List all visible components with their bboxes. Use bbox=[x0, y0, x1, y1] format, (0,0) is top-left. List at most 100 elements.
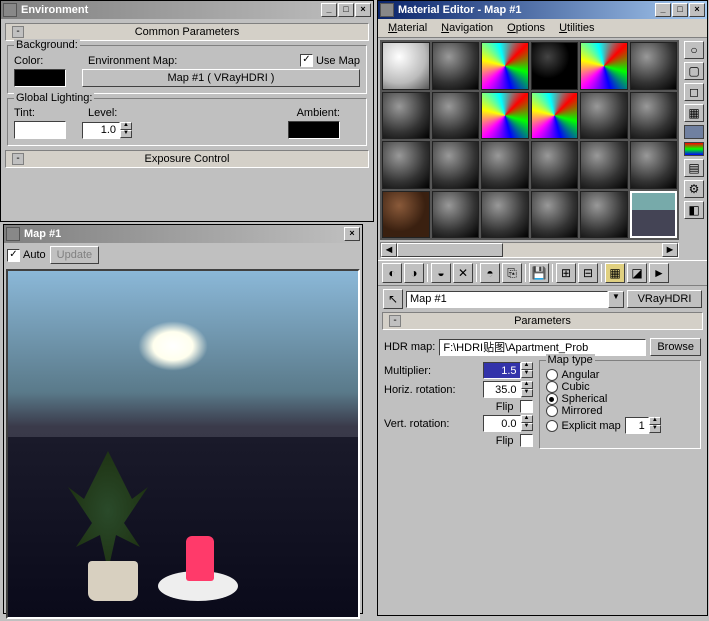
spin-down[interactable]: ▼ bbox=[521, 423, 533, 431]
material-slot[interactable] bbox=[432, 42, 480, 90]
menu-material[interactable]: MMaterialaterial bbox=[382, 21, 433, 35]
spin-down[interactable]: ▼ bbox=[521, 370, 533, 378]
material-slot[interactable] bbox=[531, 191, 579, 239]
material-name-dropdown[interactable]: ▼ bbox=[406, 291, 624, 308]
use-map-checkbox[interactable]: ✓ Use Map bbox=[300, 54, 360, 67]
options-icon[interactable]: ⚙ bbox=[684, 180, 704, 198]
nav1-icon[interactable]: ⊞ bbox=[556, 263, 576, 283]
scroll-left[interactable]: ◄ bbox=[381, 243, 397, 257]
close-button[interactable]: × bbox=[344, 227, 360, 241]
backlight-swatch[interactable] bbox=[684, 125, 704, 139]
material-slot[interactable] bbox=[630, 141, 678, 189]
update-button[interactable]: Update bbox=[50, 246, 99, 264]
pick-icon[interactable]: ↖ bbox=[383, 289, 403, 309]
material-slot[interactable] bbox=[382, 92, 430, 140]
hdrmap-input[interactable] bbox=[439, 339, 646, 356]
multiplier-input[interactable] bbox=[483, 362, 521, 379]
vrot-spinner[interactable]: ▲▼ bbox=[483, 415, 533, 432]
env-titlebar[interactable]: Environment _ □ × bbox=[1, 1, 373, 19]
material-slot[interactable] bbox=[481, 42, 529, 90]
multiplier-spinner[interactable]: ▲▼ bbox=[483, 362, 533, 379]
delete-icon[interactable]: ✕ bbox=[453, 263, 473, 283]
maximize-button[interactable]: □ bbox=[338, 3, 354, 17]
browse-button[interactable]: Browse bbox=[650, 338, 701, 356]
scroll-right[interactable]: ► bbox=[662, 243, 678, 257]
level-input[interactable] bbox=[82, 122, 120, 139]
show-map-icon[interactable]: ▦ bbox=[605, 263, 625, 283]
spin-down[interactable]: ▼ bbox=[521, 389, 533, 397]
grid-hscroll[interactable]: ◄ ► bbox=[380, 242, 679, 258]
material-slot[interactable] bbox=[432, 92, 480, 140]
radio-spherical[interactable]: Spherical bbox=[546, 393, 695, 405]
spin-up[interactable]: ▲ bbox=[521, 381, 533, 389]
mateditor-titlebar[interactable]: Material Editor - Map #1 _ □ × bbox=[378, 1, 707, 19]
material-slot[interactable] bbox=[382, 191, 430, 239]
material-slot[interactable] bbox=[432, 141, 480, 189]
menu-navigation[interactable]: Navigation bbox=[435, 21, 499, 35]
minimize-button[interactable]: _ bbox=[655, 3, 671, 17]
material-slot[interactable] bbox=[531, 42, 579, 90]
rgb-swatch[interactable] bbox=[684, 142, 704, 156]
get-material-icon[interactable]: ◐ bbox=[382, 263, 402, 283]
material-slot[interactable] bbox=[580, 42, 628, 90]
dropdown-icon[interactable]: ▼ bbox=[608, 291, 624, 308]
vrot-input[interactable] bbox=[483, 415, 521, 432]
material-slot[interactable] bbox=[382, 141, 430, 189]
hrot-input[interactable] bbox=[483, 381, 521, 398]
nav2-icon[interactable]: ⊟ bbox=[578, 263, 598, 283]
maximize-button[interactable]: □ bbox=[672, 3, 688, 17]
sample-sphere-icon[interactable]: ○ bbox=[684, 41, 704, 59]
hrot-spinner[interactable]: ▲▼ bbox=[483, 381, 533, 398]
menu-options[interactable]: Options bbox=[501, 21, 551, 35]
select-icon[interactable]: ◧ bbox=[684, 201, 704, 219]
show-end-icon[interactable]: ◪ bbox=[627, 263, 647, 283]
radio-angular[interactable]: Angular bbox=[546, 369, 695, 381]
go-parent-icon[interactable]: ► bbox=[649, 263, 669, 283]
spin-up[interactable]: ▲ bbox=[521, 415, 533, 423]
background-color-swatch[interactable] bbox=[14, 69, 66, 87]
material-slot[interactable] bbox=[580, 191, 628, 239]
material-slot[interactable] bbox=[481, 92, 529, 140]
film-icon[interactable]: ▤ bbox=[684, 159, 704, 177]
material-slot[interactable] bbox=[580, 141, 628, 189]
spin-down[interactable]: ▼ bbox=[120, 130, 132, 138]
parameters-rollout[interactable]: - Parameters bbox=[382, 312, 703, 330]
vflip-checkbox[interactable] bbox=[520, 434, 533, 447]
material-slot[interactable] bbox=[432, 191, 480, 239]
material-slot[interactable] bbox=[481, 141, 529, 189]
spin-up[interactable]: ▲ bbox=[521, 362, 533, 370]
material-slot[interactable] bbox=[531, 141, 579, 189]
auto-checkbox[interactable]: ✓ Auto bbox=[7, 249, 46, 262]
radio-explicit[interactable]: Explicit map ▲▼ bbox=[546, 417, 695, 434]
put-library-icon[interactable]: 💾 bbox=[529, 263, 549, 283]
assign-icon[interactable]: ◒ bbox=[431, 263, 451, 283]
level-spinner[interactable]: ▲▼ bbox=[82, 122, 132, 139]
spin-down[interactable]: ▼ bbox=[649, 425, 661, 433]
sample-box-icon[interactable]: ◻ bbox=[684, 83, 704, 101]
radio-cubic[interactable]: Cubic bbox=[546, 381, 695, 393]
reset-icon[interactable]: ◓ bbox=[480, 263, 500, 283]
exposure-rollout[interactable]: - Exposure Control bbox=[5, 150, 369, 168]
close-button[interactable]: × bbox=[689, 3, 705, 17]
ambient-swatch[interactable] bbox=[288, 121, 340, 139]
hflip-checkbox[interactable] bbox=[520, 400, 533, 413]
radio-mirrored[interactable]: Mirrored bbox=[546, 405, 695, 417]
sample-cylinder-icon[interactable]: ▢ bbox=[684, 62, 704, 80]
material-slot[interactable] bbox=[630, 92, 678, 140]
material-slot[interactable] bbox=[580, 92, 628, 140]
background-icon[interactable]: ▦ bbox=[684, 104, 704, 122]
material-slot-selected[interactable] bbox=[630, 191, 678, 239]
explicit-input[interactable] bbox=[625, 417, 649, 434]
material-name-input[interactable] bbox=[406, 291, 608, 308]
put-to-scene-icon[interactable]: ◑ bbox=[404, 263, 424, 283]
material-slot[interactable] bbox=[481, 191, 529, 239]
minimize-button[interactable]: _ bbox=[321, 3, 337, 17]
menu-utilities[interactable]: Utilities bbox=[553, 21, 600, 35]
material-slot[interactable] bbox=[531, 92, 579, 140]
scroll-thumb[interactable] bbox=[397, 243, 503, 257]
explicit-spinner[interactable]: ▲▼ bbox=[625, 417, 661, 434]
map-titlebar[interactable]: Map #1 × bbox=[4, 225, 362, 243]
close-button[interactable]: × bbox=[355, 3, 371, 17]
clone-icon[interactable]: ⎘ bbox=[502, 263, 522, 283]
spin-up[interactable]: ▲ bbox=[649, 417, 661, 425]
